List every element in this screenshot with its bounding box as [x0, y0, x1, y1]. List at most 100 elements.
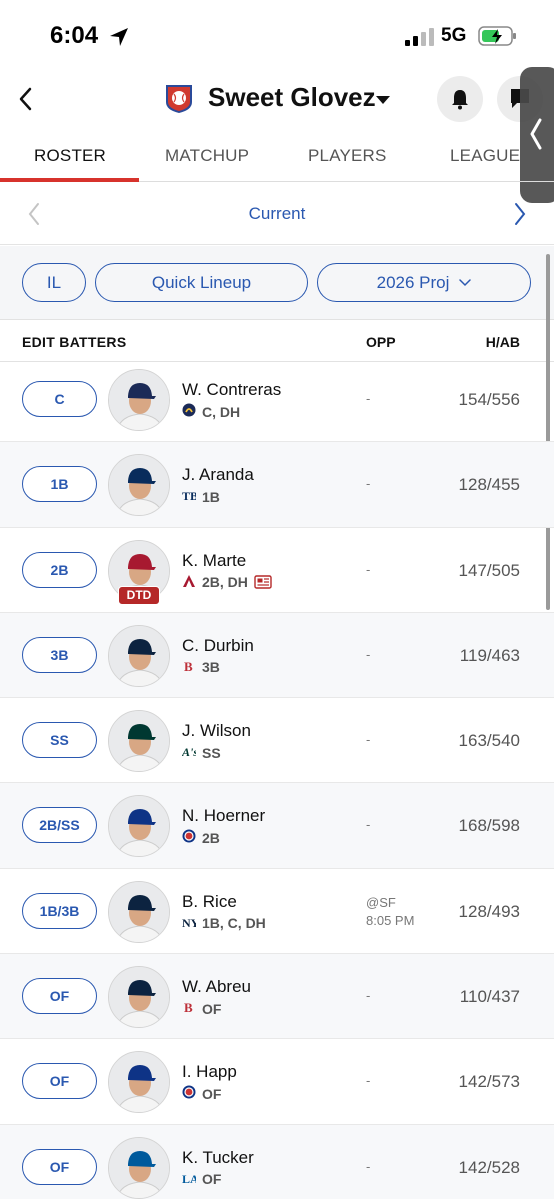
status-bar: 6:04 5G: [0, 0, 554, 70]
table-row[interactable]: C W. Contreras C, DH - 154/556: [0, 357, 554, 443]
chevron-down-icon: [459, 278, 472, 286]
table-row[interactable]: 1B/3B B. Rice NY 1B, C, DH @SF 8:05 PM 128/493: [0, 869, 554, 955]
player-name[interactable]: K. Tucker: [182, 1148, 254, 1168]
table-row[interactable]: OF I. Happ OF - 142/573: [0, 1039, 554, 1125]
tab-league[interactable]: LEAGUE: [450, 146, 520, 166]
player-avatar[interactable]: [108, 966, 170, 1029]
cubs-logo-icon: [182, 829, 196, 846]
location-arrow-icon: [110, 28, 128, 46]
slot-button[interactable]: 2B/SS: [22, 807, 97, 844]
slot-button[interactable]: 1B: [22, 466, 97, 503]
yankees-logo-icon: NY: [182, 915, 196, 932]
table-row[interactable]: SS J. Wilson A's SS - 163/540: [0, 698, 554, 784]
player-name[interactable]: K. Marte: [182, 551, 246, 571]
player-meta: TB 1B: [182, 488, 220, 505]
game-time: 8:05 PM: [366, 912, 415, 928]
il-button[interactable]: IL: [22, 263, 86, 302]
slot-button[interactable]: OF: [22, 978, 97, 1015]
slot-button[interactable]: SS: [22, 722, 97, 759]
dodgers-logo-icon: LA: [182, 1171, 196, 1188]
projection-label: 2026 Proj: [376, 272, 450, 292]
slot-button[interactable]: OF: [22, 1063, 97, 1100]
player-avatar[interactable]: [108, 1136, 170, 1199]
red-sox-logo-icon: B: [182, 1000, 196, 1017]
slot-button[interactable]: 1B/3B: [22, 892, 97, 929]
stat-value: 128/493: [458, 901, 520, 921]
player-name[interactable]: J. Aranda: [182, 465, 254, 485]
slot-button[interactable]: OF: [22, 1148, 97, 1185]
tab-players[interactable]: PLAYERS: [308, 146, 387, 166]
notifications-button[interactable]: [437, 76, 483, 122]
player-meta: LA OF: [182, 1171, 221, 1188]
player-meta: NY 1B, C, DH: [182, 915, 266, 932]
opponent-team: @SF: [366, 894, 396, 910]
athletics-logo-icon: A's: [182, 744, 196, 761]
player-name[interactable]: W. Contreras: [182, 380, 281, 400]
table-row[interactable]: 2B/SS N. Hoerner 2B - 168/598: [0, 783, 554, 869]
player-avatar[interactable]: [108, 369, 170, 431]
player-positions: 3B: [202, 659, 220, 676]
player-name[interactable]: N. Hoerner: [182, 806, 265, 826]
next-period-icon[interactable]: [512, 201, 528, 227]
svg-text:NY: NY: [182, 916, 196, 929]
opponent-info: -: [366, 1073, 371, 1089]
player-name[interactable]: J. Wilson: [182, 721, 251, 741]
opponent-info: -: [366, 391, 371, 406]
signal-icon: [405, 28, 434, 46]
tab-roster[interactable]: ROSTER: [34, 146, 106, 166]
table-row[interactable]: 1B J. Aranda TB 1B - 128/455: [0, 442, 554, 528]
player-avatar[interactable]: [108, 710, 170, 773]
roster-list: C W. Contreras C, DH -154/556 1B J. Aranda TB 1…: [0, 357, 554, 1199]
opponent-info[interactable]: @SF 8:05 PM: [366, 894, 414, 930]
team-name[interactable]: Sweet Glovez: [208, 82, 376, 113]
edit-batters-heading[interactable]: EDIT BATTERS: [22, 334, 126, 350]
table-row[interactable]: 3B C. Durbin B 3B - 119/463: [0, 612, 554, 699]
table-row[interactable]: OF K. Tucker LA OF - 142/528: [0, 1124, 554, 1199]
slot-button[interactable]: 2B: [22, 551, 97, 588]
opponent-info: -: [366, 732, 371, 748]
player-avatar[interactable]: [108, 624, 170, 687]
opponent-info: -: [366, 561, 371, 577]
diamondbacks-logo-icon: [182, 574, 196, 591]
slot-button[interactable]: C: [22, 381, 97, 417]
stat-value: 168/598: [458, 816, 520, 836]
table-row[interactable]: OF W. Abreu B OF - 110/437: [0, 954, 554, 1040]
player-positions: 2B, DH: [202, 574, 248, 591]
player-name[interactable]: C. Durbin: [182, 636, 254, 656]
player-name[interactable]: I. Happ: [182, 1062, 237, 1082]
player-meta: OF: [182, 1085, 221, 1102]
player-name[interactable]: B. Rice: [182, 892, 237, 912]
player-avatar[interactable]: [108, 795, 170, 858]
opponent-info: -: [366, 817, 371, 833]
app-header: Sweet Glovez: [0, 70, 554, 128]
player-positions: 1B: [202, 488, 220, 505]
table-header: EDIT BATTERS OPP H/AB: [0, 320, 554, 362]
player-name[interactable]: W. Abreu: [182, 977, 251, 997]
stat-value: 142/528: [458, 1157, 520, 1177]
news-icon[interactable]: [254, 575, 272, 589]
active-tab-indicator: [0, 178, 139, 182]
quick-lineup-label: Quick Lineup: [151, 272, 252, 292]
player-positions: OF: [202, 1085, 222, 1102]
player-avatar[interactable]: [108, 1051, 170, 1114]
quick-lineup-button[interactable]: Quick Lineup: [95, 263, 308, 302]
back-chevron-icon[interactable]: [14, 84, 38, 114]
player-avatar[interactable]: [108, 880, 170, 943]
svg-text:B: B: [184, 659, 193, 673]
svg-text:A's: A's: [182, 745, 196, 758]
projection-dropdown[interactable]: 2026 Proj: [317, 263, 531, 302]
stat-value: 163/540: [458, 731, 520, 751]
table-row[interactable]: 2B DTD K. Marte 2B, DH - 147/505: [0, 528, 554, 613]
period-label[interactable]: Current: [0, 204, 554, 224]
svg-text:B: B: [184, 1000, 193, 1014]
rays-logo-icon: TB: [182, 488, 196, 505]
player-meta: 2B, DH: [182, 574, 272, 591]
player-positions: OF: [202, 1171, 222, 1188]
tab-matchup[interactable]: MATCHUP: [165, 146, 249, 166]
player-avatar[interactable]: [108, 454, 170, 517]
team-dropdown-icon[interactable]: [374, 94, 392, 106]
slot-button[interactable]: 3B: [22, 636, 97, 673]
stat-column-header[interactable]: H/AB: [486, 334, 520, 350]
svg-text:TB: TB: [182, 489, 196, 502]
red-sox-logo-icon: B: [182, 659, 196, 676]
